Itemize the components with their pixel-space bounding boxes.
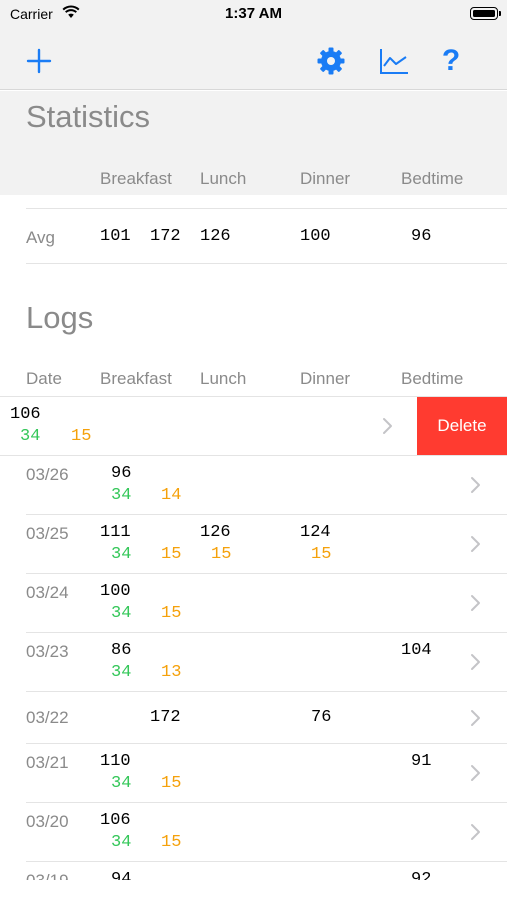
log-breakfast: 100 xyxy=(100,582,131,601)
log-date: 03/24 xyxy=(26,583,69,602)
log-breakfast-sub-orange: 15 xyxy=(161,833,182,852)
chevron-right-icon xyxy=(471,710,480,726)
log-row[interactable]: 03/25 111 34 15 126 15 124 15 xyxy=(0,515,507,573)
divider xyxy=(26,208,507,209)
log-breakfast: 106 xyxy=(100,811,131,830)
log-breakfast-sub-green: 34 xyxy=(111,486,132,505)
log-date: 03/26 xyxy=(26,465,69,484)
log-breakfast: 86 xyxy=(111,641,132,660)
log-breakfast-sub-green: 34 xyxy=(111,833,132,852)
divider xyxy=(26,263,507,264)
logs-title: Logs xyxy=(26,300,94,335)
gear-icon[interactable] xyxy=(316,46,346,76)
log-lunch-sub-orange: 15 xyxy=(211,545,232,564)
avg-lunch: 126 xyxy=(200,227,231,246)
stats-col-lunch: Lunch xyxy=(200,169,247,188)
log-row[interactable]: 03/22 172 76 xyxy=(0,692,507,743)
log-row[interactable]: 03/21 110 34 15 91 xyxy=(0,744,507,802)
chevron-right-icon xyxy=(383,418,392,434)
log-breakfast: 111 xyxy=(100,523,131,542)
avg-bedtime: 96 xyxy=(411,227,432,246)
log-row[interactable]: 03/26 96 34 14 xyxy=(0,456,507,514)
chevron-right-icon xyxy=(471,536,480,552)
chevron-right-icon xyxy=(471,477,480,493)
statistics-title: Statistics xyxy=(26,99,151,134)
chevron-right-icon xyxy=(471,765,480,781)
log-date: 03/25 xyxy=(26,524,69,543)
statistics-header: Statistics Breakfast Lunch Dinner Bedtim… xyxy=(0,91,507,195)
log-row[interactable]: 03/19 94 92 xyxy=(0,862,507,880)
logs-col-dinner: Dinner xyxy=(300,369,351,388)
log-breakfast-sub-orange: 15 xyxy=(161,545,182,564)
log-row[interactable]: 03/24 100 34 15 xyxy=(0,574,507,632)
log-breakfast: 96 xyxy=(111,464,132,483)
chevron-right-icon xyxy=(471,595,480,611)
log-bedtime: 124 xyxy=(300,523,331,542)
delete-button[interactable]: Delete xyxy=(417,397,507,455)
log-date: 03/22 xyxy=(26,708,69,727)
avg-breakfast-alt: 172 xyxy=(150,227,181,246)
avg-label: Avg xyxy=(26,228,55,247)
log-dinner: 126 xyxy=(200,523,231,542)
swiped-value: 106 xyxy=(10,405,41,424)
stats-col-breakfast: Breakfast xyxy=(100,169,172,188)
log-bedtime: 104 xyxy=(401,641,432,660)
plus-icon[interactable] xyxy=(24,46,54,76)
stats-col-dinner: Dinner xyxy=(300,169,351,188)
top-toolbar: ? xyxy=(0,34,507,90)
log-bedtime: 91 xyxy=(411,752,432,771)
log-row[interactable]: 03/23 86 34 13 104 xyxy=(0,633,507,691)
clock-time: 1:37 AM xyxy=(225,5,282,22)
avg-breakfast: 101 xyxy=(100,227,131,246)
log-breakfast: 94 xyxy=(111,870,132,880)
logs-col-bedtime: Bedtime xyxy=(401,369,464,388)
logs-col-date: Date xyxy=(26,369,62,388)
log-row[interactable]: 03/20 106 34 15 xyxy=(0,803,507,861)
stats-col-bedtime: Bedtime xyxy=(401,169,464,188)
logs-col-lunch: Lunch xyxy=(200,369,247,388)
log-date: 03/19 xyxy=(26,871,69,880)
help-button[interactable]: ? xyxy=(437,46,465,76)
log-date: 03/23 xyxy=(26,642,69,661)
log-bedtime-sub-orange: 15 xyxy=(311,545,332,564)
log-breakfast-sub-orange: 15 xyxy=(161,774,182,793)
line-chart-icon[interactable] xyxy=(379,46,409,76)
chevron-right-icon xyxy=(471,654,480,670)
log-breakfast-sub-orange: 14 xyxy=(161,486,182,505)
swiped-sub-green: 34 xyxy=(20,427,41,446)
chevron-right-icon xyxy=(471,824,480,840)
status-bar: Carrier 1:37 AM xyxy=(0,0,507,34)
log-dinner: 76 xyxy=(311,708,332,727)
avg-dinner: 100 xyxy=(300,227,331,246)
log-breakfast-sub-green: 34 xyxy=(111,604,132,623)
log-breakfast-sub-green: 34 xyxy=(111,774,132,793)
log-breakfast-sub-orange: 13 xyxy=(161,663,182,682)
log-lunch: 172 xyxy=(150,708,181,727)
log-breakfast: 110 xyxy=(100,752,131,771)
log-date: 03/20 xyxy=(26,812,69,831)
log-breakfast-sub-green: 34 xyxy=(111,545,132,564)
log-breakfast-sub-green: 34 xyxy=(111,663,132,682)
battery-icon xyxy=(470,7,501,20)
logs-col-breakfast: Breakfast xyxy=(100,369,172,388)
log-date: 03/21 xyxy=(26,753,69,772)
log-bedtime: 92 xyxy=(411,870,432,880)
swiped-sub-orange: 15 xyxy=(71,427,92,446)
log-breakfast-sub-orange: 15 xyxy=(161,604,182,623)
